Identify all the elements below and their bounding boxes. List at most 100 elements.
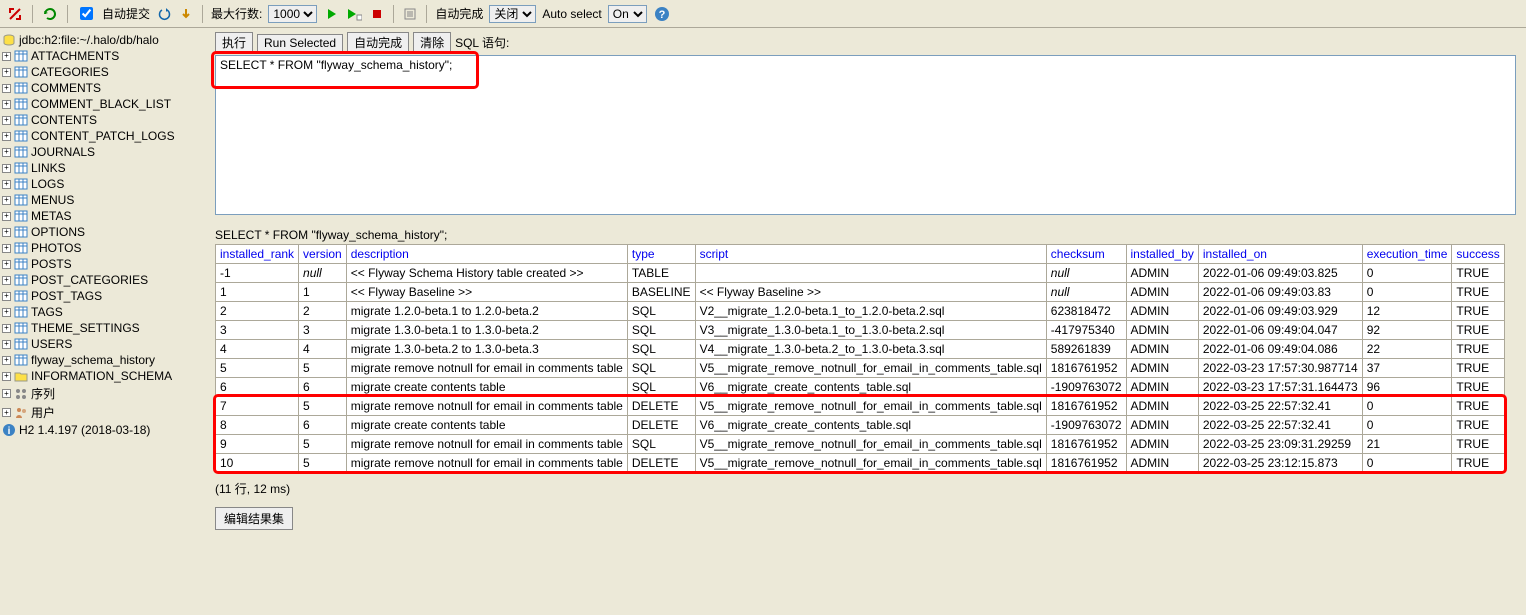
expand-icon[interactable]: + xyxy=(2,68,11,77)
run-button[interactable]: 执行 xyxy=(215,32,253,53)
expand-icon[interactable]: + xyxy=(2,372,11,381)
table-row[interactable]: 75migrate remove notnull for email in co… xyxy=(216,397,1505,416)
cell: SQL xyxy=(627,302,695,321)
table-node[interactable]: +TAGS xyxy=(2,304,203,320)
table-node[interactable]: +flyway_schema_history xyxy=(2,352,203,368)
cell: 10 xyxy=(216,454,299,473)
table-node[interactable]: +POSTS xyxy=(2,256,203,272)
history-icon[interactable] xyxy=(402,6,418,22)
table-row[interactable]: 55migrate remove notnull for email in co… xyxy=(216,359,1505,378)
column-header[interactable]: installed_by xyxy=(1126,245,1198,264)
clear-button[interactable]: 清除 xyxy=(413,32,451,53)
table-node[interactable]: +METAS xyxy=(2,208,203,224)
column-header[interactable]: success xyxy=(1452,245,1504,264)
expand-icon[interactable]: + xyxy=(2,116,11,125)
sequences-node[interactable]: + 序列 xyxy=(2,384,203,403)
table-node[interactable]: +POST_TAGS xyxy=(2,288,203,304)
info-icon: i xyxy=(2,423,16,437)
table-node[interactable]: +CONTENTS xyxy=(2,112,203,128)
column-header[interactable]: type xyxy=(627,245,695,264)
version-node[interactable]: i H2 1.4.197 (2018-03-18) xyxy=(2,422,203,438)
table-node[interactable]: +MENUS xyxy=(2,192,203,208)
expand-icon[interactable]: + xyxy=(2,244,11,253)
auto-complete-button[interactable]: 自动完成 xyxy=(347,32,409,53)
cell: TRUE xyxy=(1452,378,1504,397)
table-row[interactable]: 95migrate remove notnull for email in co… xyxy=(216,435,1505,454)
stop-icon[interactable] xyxy=(369,6,385,22)
table-row[interactable]: 44migrate 1.3.0-beta.2 to 1.3.0-beta.3SQ… xyxy=(216,340,1505,359)
expand-icon[interactable]: + xyxy=(2,132,11,141)
expand-icon[interactable]: + xyxy=(2,228,11,237)
table-node[interactable]: +JOURNALS xyxy=(2,144,203,160)
disconnect-icon[interactable] xyxy=(6,5,24,23)
refresh-icon[interactable] xyxy=(41,5,59,23)
expand-icon[interactable]: + xyxy=(2,100,11,109)
auto-commit-checkbox[interactable] xyxy=(80,7,93,20)
auto-complete-select[interactable]: 关闭 xyxy=(489,5,536,23)
cell: TABLE xyxy=(627,264,695,283)
connection-node[interactable]: jdbc:h2:file:~/.halo/db/halo xyxy=(2,32,203,48)
column-header[interactable]: installed_on xyxy=(1198,245,1362,264)
table-node[interactable]: +COMMENT_BLACK_LIST xyxy=(2,96,203,112)
table-node[interactable]: +CATEGORIES xyxy=(2,64,203,80)
cell: 37 xyxy=(1362,359,1452,378)
table-row[interactable]: 33migrate 1.3.0-beta.1 to 1.3.0-beta.2SQ… xyxy=(216,321,1505,340)
run-selected-button[interactable]: Run Selected xyxy=(257,34,343,52)
table-node[interactable]: +ATTACHMENTS xyxy=(2,48,203,64)
table-node[interactable]: +POST_CATEGORIES xyxy=(2,272,203,288)
expand-icon[interactable]: + xyxy=(2,180,11,189)
expand-icon[interactable]: + xyxy=(2,340,11,349)
table-node[interactable]: +USERS xyxy=(2,336,203,352)
users-node[interactable]: + 用户 xyxy=(2,403,203,422)
expand-icon[interactable]: + xyxy=(2,408,11,417)
cell: TRUE xyxy=(1452,397,1504,416)
undo-icon[interactable] xyxy=(156,6,172,22)
column-header[interactable]: version xyxy=(299,245,347,264)
auto-select-select[interactable]: On xyxy=(608,5,647,23)
table-row[interactable]: 22migrate 1.2.0-beta.1 to 1.2.0-beta.2SQ… xyxy=(216,302,1505,321)
schema-node[interactable]: + INFORMATION_SCHEMA xyxy=(2,368,203,384)
column-header[interactable]: execution_time xyxy=(1362,245,1452,264)
table-icon xyxy=(14,225,28,239)
table-node[interactable]: +COMMENTS xyxy=(2,80,203,96)
expand-icon[interactable]: + xyxy=(2,52,11,61)
sql-input[interactable] xyxy=(215,55,1516,215)
run-selected-icon[interactable] xyxy=(345,6,363,22)
table-node[interactable]: +LOGS xyxy=(2,176,203,192)
expand-icon[interactable]: + xyxy=(2,324,11,333)
max-rows-select[interactable]: 1000 xyxy=(268,5,317,23)
table-row[interactable]: -1null<< Flyway Schema History table cre… xyxy=(216,264,1505,283)
expand-icon[interactable]: + xyxy=(2,389,11,398)
table-icon xyxy=(14,273,28,287)
column-header[interactable]: checksum xyxy=(1046,245,1126,264)
cell: V3__migrate_1.3.0-beta.1_to_1.3.0-beta.2… xyxy=(695,321,1046,340)
table-row[interactable]: 66migrate create contents tableSQLV6__mi… xyxy=(216,378,1505,397)
expand-icon[interactable]: + xyxy=(2,276,11,285)
run-icon[interactable] xyxy=(323,6,339,22)
expand-icon[interactable]: + xyxy=(2,356,11,365)
table-row[interactable]: 11<< Flyway Baseline >>BASELINE<< Flyway… xyxy=(216,283,1505,302)
table-node[interactable]: +CONTENT_PATCH_LOGS xyxy=(2,128,203,144)
edit-result-button[interactable]: 编辑结果集 xyxy=(215,507,293,530)
expand-icon[interactable]: + xyxy=(2,308,11,317)
expand-icon[interactable]: + xyxy=(2,260,11,269)
expand-icon[interactable]: + xyxy=(2,292,11,301)
column-header[interactable]: installed_rank xyxy=(216,245,299,264)
column-header[interactable]: description xyxy=(346,245,627,264)
table-node[interactable]: +THEME_SETTINGS xyxy=(2,320,203,336)
table-node[interactable]: +LINKS xyxy=(2,160,203,176)
expand-icon[interactable]: + xyxy=(2,164,11,173)
commit-icon[interactable] xyxy=(178,6,194,22)
table-row[interactable]: 105migrate remove notnull for email in c… xyxy=(216,454,1505,473)
expand-icon[interactable]: + xyxy=(2,212,11,221)
help-icon[interactable]: ? xyxy=(653,5,671,23)
table-node[interactable]: +OPTIONS xyxy=(2,224,203,240)
table-row[interactable]: 86migrate create contents tableDELETEV6_… xyxy=(216,416,1505,435)
column-header[interactable]: script xyxy=(695,245,1046,264)
cell: ADMIN xyxy=(1126,264,1198,283)
table-node[interactable]: +PHOTOS xyxy=(2,240,203,256)
cell: ADMIN xyxy=(1126,397,1198,416)
expand-icon[interactable]: + xyxy=(2,84,11,93)
expand-icon[interactable]: + xyxy=(2,148,11,157)
expand-icon[interactable]: + xyxy=(2,196,11,205)
